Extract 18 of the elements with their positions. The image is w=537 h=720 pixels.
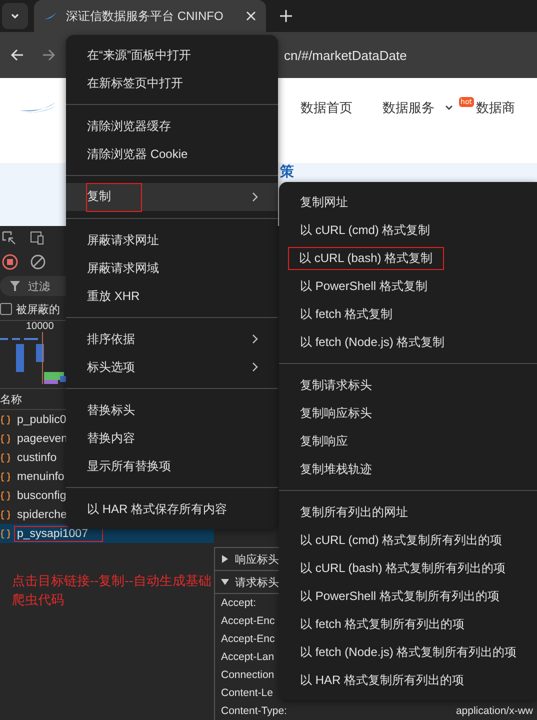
header-name: Accept-Lan xyxy=(221,651,274,663)
timeline-label: 10000 xyxy=(25,321,55,332)
checkbox-label: 被屏蔽的 xyxy=(16,302,60,316)
request-name: pageeven xyxy=(16,432,69,446)
request-name: menuinfo xyxy=(16,470,66,484)
header-name: Content-Type: xyxy=(221,705,287,717)
request-name: custinfo xyxy=(16,450,58,466)
header-name: Accept-Enc xyxy=(221,633,275,645)
header-name: Connection xyxy=(221,669,274,681)
request-name: busconfig xyxy=(16,488,68,504)
header-name: Accept-Enc xyxy=(221,615,275,627)
header-value: application/x-ww xyxy=(456,705,534,717)
annotation-text: 点击目标链接--复制--自动生成基础爬虫代码 xyxy=(12,572,212,609)
request-name: spiderche xyxy=(16,508,68,522)
header-name: Accept: xyxy=(221,597,256,609)
header-name: Content-Le xyxy=(221,687,273,699)
request-name: p_public0 xyxy=(16,412,68,428)
section-heading: 策 xyxy=(280,163,294,181)
